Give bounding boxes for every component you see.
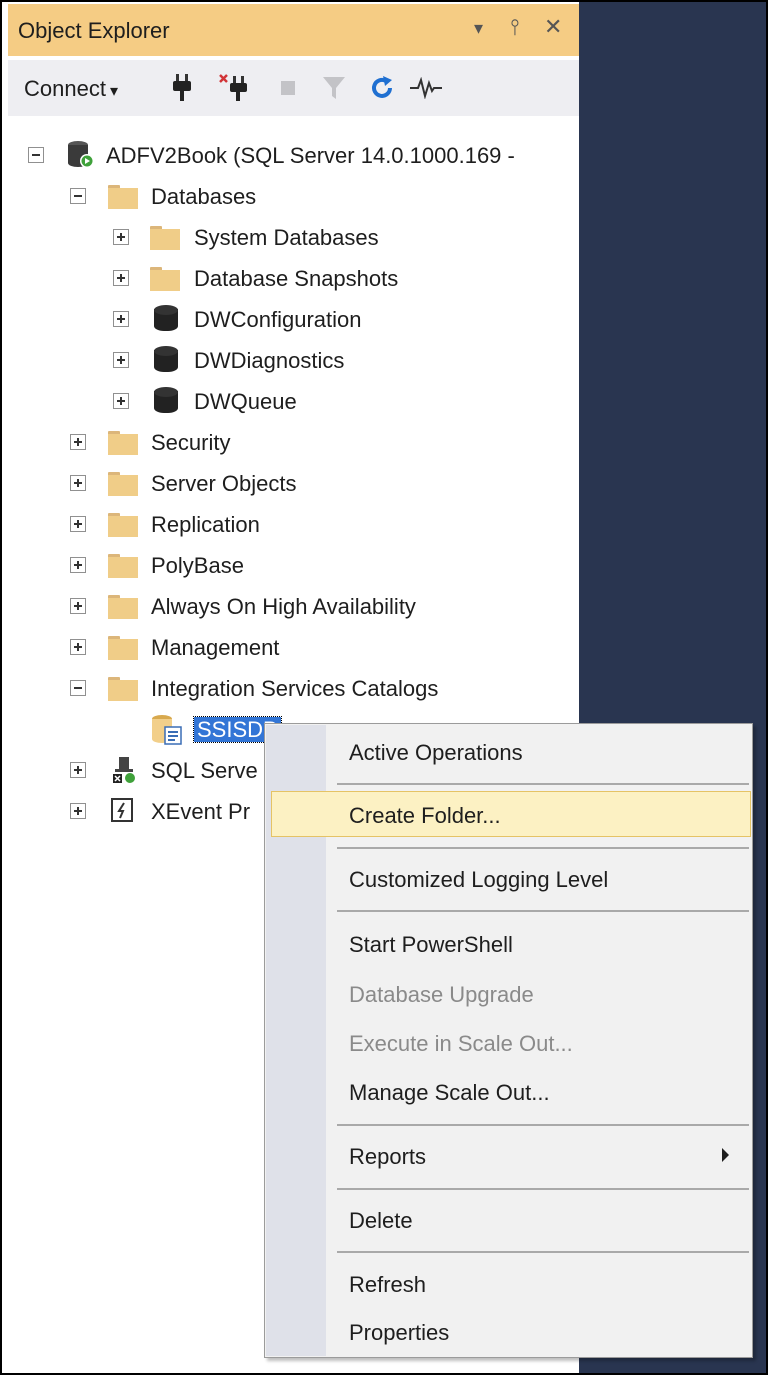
folder-icon [108,595,138,619]
expand-icon[interactable] [70,803,86,819]
xevent-profiler-icon [110,796,136,829]
menu-separator [337,783,749,785]
menu-item-properties[interactable]: Properties [271,1308,751,1354]
collapse-icon[interactable] [70,680,86,696]
management-label: Management [151,635,280,660]
refresh-icon[interactable] [364,68,400,108]
folder-icon [108,431,138,455]
collapse-icon[interactable] [70,188,86,204]
system-databases-label: System Databases [194,225,379,250]
database-icon [154,305,178,333]
database-icon [154,387,178,415]
activity-monitor-icon[interactable] [408,68,444,108]
polybase-label: PolyBase [151,553,244,578]
menu-item-start-powershell[interactable]: Start PowerShell [271,920,751,966]
dwdiagnostics-label: DWDiagnostics [194,348,345,373]
menu-item-refresh[interactable]: Refresh [271,1260,751,1306]
menu-separator [337,1124,749,1126]
menu-item-manage-scale-out[interactable]: Manage Scale Out... [271,1068,751,1114]
expand-icon[interactable] [113,270,129,286]
folder-icon [108,185,138,209]
pin-icon[interactable]: ⫯ [510,14,520,40]
expand-icon[interactable] [113,229,129,245]
folder-icon [108,677,138,701]
menu-separator [337,1188,749,1190]
database-icon [154,346,178,374]
expand-icon[interactable] [70,516,86,532]
menu-item-execute-in-scale-out: Execute in Scale Out... [349,1031,573,1056]
expand-icon[interactable] [70,598,86,614]
panel-title-bar: Object Explorer ▾ ⫯ ✕ [8,4,579,56]
folder-icon [108,472,138,496]
server-label: ADFV2Book (SQL Server 14.0.1000.169 - [106,143,515,168]
menu-item-active-operations[interactable]: Active Operations [271,728,751,774]
agent-icon [110,755,138,790]
context-menu: Active Operations Create Folder... Custo… [264,723,753,1358]
sql-server-agent-label: SQL Serve [151,758,258,783]
server-icon [66,140,96,175]
menu-item-delete[interactable]: Delete [271,1196,751,1242]
close-icon[interactable]: ✕ [544,14,562,40]
databases-label: Databases [151,184,257,209]
integration-services-catalogs-label: Integration Services Catalogs [151,676,439,701]
expand-icon[interactable] [113,311,129,327]
expand-icon[interactable] [70,475,86,491]
connect-plug-icon[interactable] [164,68,200,108]
filter-icon[interactable] [316,68,352,108]
toolbar: Connect ▾ [8,60,579,116]
server-objects-label: Server Objects [151,471,297,496]
expand-icon[interactable] [70,434,86,450]
disconnect-icon[interactable] [216,68,252,108]
menu-separator [337,910,749,912]
folder-icon [108,513,138,537]
menu-separator [337,1251,749,1253]
folder-icon [150,267,180,291]
expand-icon[interactable] [70,762,86,778]
expand-icon[interactable] [70,639,86,655]
folder-icon [150,226,180,250]
menu-item-customized-logging-level[interactable]: Customized Logging Level [271,855,751,901]
submenu-arrow-icon [722,1148,729,1162]
stop-icon[interactable] [270,68,306,108]
folder-icon [108,554,138,578]
menu-item-reports[interactable]: Reports [271,1132,751,1178]
folder-icon [108,636,138,660]
screenshot-frame: Object Explorer ▾ ⫯ ✕ Connect ▾ ADFV2Boo… [0,0,768,1375]
always-on-label: Always On High Availability [151,594,416,619]
menu-separator [337,847,749,849]
ssis-catalog-icon [150,714,184,751]
dwqueue-label: DWQueue [194,389,297,414]
menu-item-create-folder[interactable]: Create Folder... [271,791,751,837]
xevent-profiler-label: XEvent Pr [151,799,251,824]
connect-button[interactable]: Connect ▾ [24,76,118,102]
panel-title: Object Explorer [18,18,170,43]
security-label: Security [151,430,231,455]
expand-icon[interactable] [70,557,86,573]
expand-icon[interactable] [113,352,129,368]
dwconfiguration-label: DWConfiguration [194,307,362,332]
replication-label: Replication [151,512,260,537]
database-snapshots-label: Database Snapshots [194,266,399,291]
dropdown-icon[interactable]: ▾ [474,18,483,39]
collapse-icon[interactable] [28,147,44,163]
menu-item-database-upgrade: Database Upgrade [349,982,534,1007]
expand-icon[interactable] [113,393,129,409]
